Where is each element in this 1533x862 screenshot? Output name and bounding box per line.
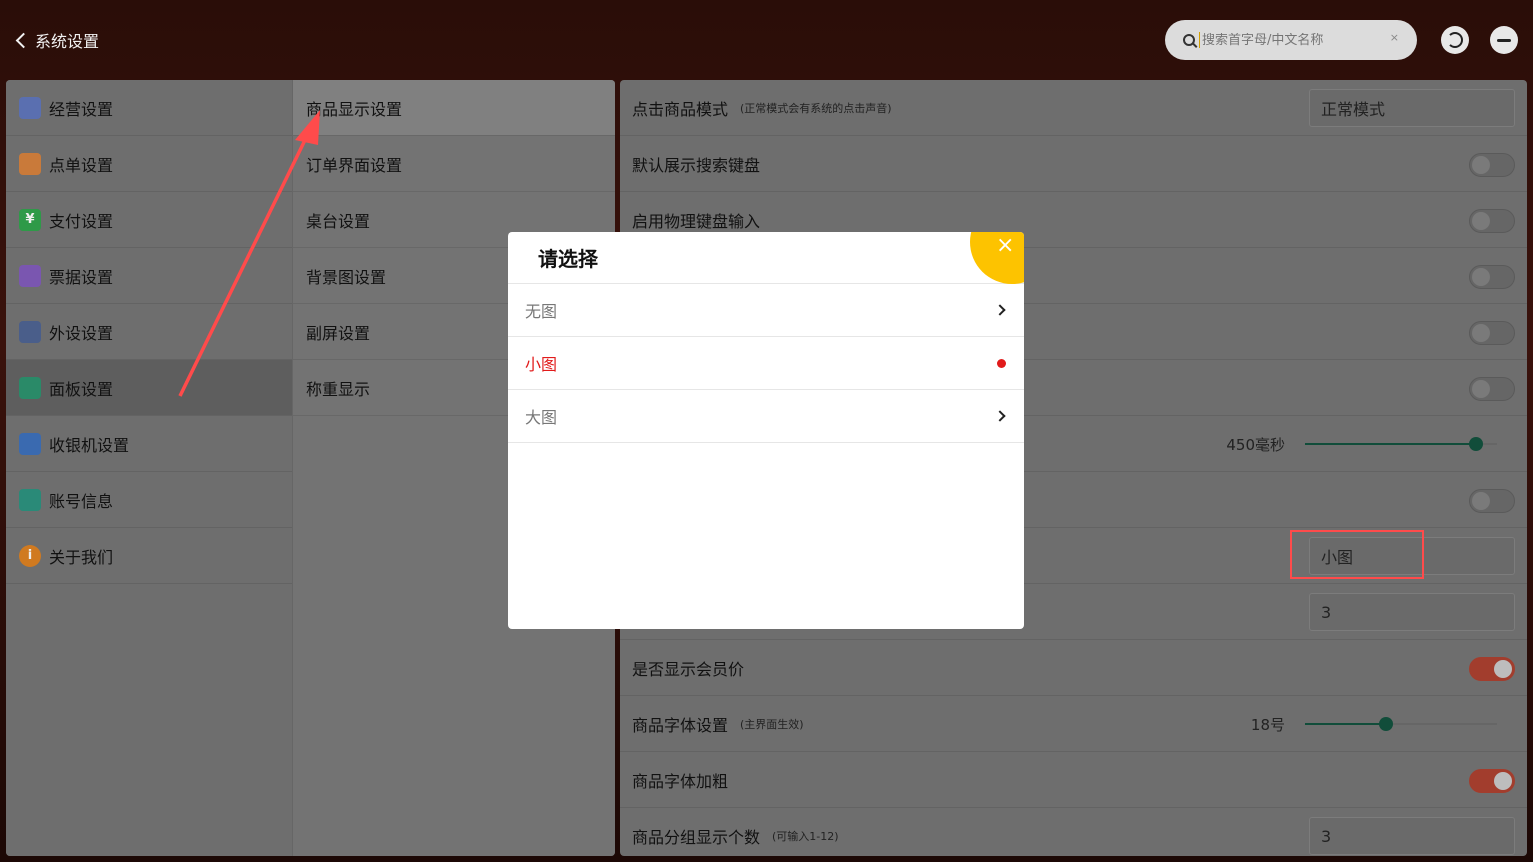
back-label: 系统设置 <box>35 32 100 51</box>
font-size-slider[interactable] <box>1305 717 1497 731</box>
setting-toggle[interactable] <box>1469 265 1515 289</box>
show-keyboard-toggle[interactable] <box>1469 153 1515 177</box>
chevron-right-icon <box>994 410 1006 422</box>
sync-button[interactable] <box>1441 26 1469 54</box>
sidebar-item-panel[interactable]: 面板设置 <box>6 360 292 416</box>
setting-label: 启用物理键盘输入 <box>632 211 761 231</box>
sidebar-item-label: 面板设置 <box>49 379 114 399</box>
setting-toggle[interactable] <box>1469 489 1515 513</box>
click-mode-select[interactable]: 正常模式 <box>1309 89 1515 127</box>
chevron-right-icon <box>994 304 1006 316</box>
printer-icon <box>19 264 41 287</box>
physical-keyboard-toggle[interactable] <box>1469 209 1515 233</box>
account-icon <box>19 488 41 511</box>
device-icon <box>19 320 41 343</box>
setting-font: 商品字体设置 (主界面生效) 18号 <box>620 696 1527 752</box>
sidebar-item-account[interactable]: 账号信息 <box>6 472 292 528</box>
order-icon <box>19 152 41 175</box>
sidebar-item-label: 收银机设置 <box>49 435 130 455</box>
columns-input[interactable]: 3 <box>1309 593 1515 631</box>
option-no-image[interactable]: 无图 <box>508 284 1024 337</box>
back-button[interactable]: 系统设置 <box>14 28 99 52</box>
setting-toggle[interactable] <box>1469 321 1515 345</box>
annotation-highlight-box <box>1290 530 1424 579</box>
setting-toggle[interactable] <box>1469 377 1515 401</box>
delay-slider[interactable] <box>1305 437 1497 451</box>
slider-value: 450毫秒 <box>1226 436 1285 454</box>
setting-hint: (可输入1-12) <box>772 829 839 843</box>
sidebar-item-about[interactable]: i 关于我们 <box>6 528 292 584</box>
dialog-title: 请选择 <box>508 232 1024 284</box>
minimize-button[interactable] <box>1490 26 1518 54</box>
option-label: 无图 <box>525 302 558 321</box>
select-dialog: 请选择 × 无图 小图 大图 <box>508 232 1024 629</box>
submenu-item-product-display[interactable]: 商品显示设置 <box>293 80 615 136</box>
setting-click-mode: 点击商品模式 (正常模式会有系统的点击声音) 正常模式 <box>620 80 1527 136</box>
setting-label: 商品字体设置 <box>632 715 729 735</box>
sidebar-item-label: 支付设置 <box>49 211 114 231</box>
store-icon <box>19 96 41 119</box>
group-count-input[interactable]: 3 <box>1309 817 1515 855</box>
search-input[interactable] <box>1202 32 1382 48</box>
setting-hint: (主界面生效) <box>740 717 804 731</box>
top-bar: 系统设置 × <box>0 0 1533 80</box>
search-box[interactable]: × <box>1165 20 1417 60</box>
option-large-image[interactable]: 大图 <box>508 390 1024 443</box>
setting-member-price: 是否显示会员价 <box>620 640 1527 696</box>
sidebar-item-label: 外设设置 <box>49 323 114 343</box>
sidebar-item-label: 点单设置 <box>49 155 114 175</box>
panel-icon <box>19 376 41 399</box>
sidebar-item-cashier[interactable]: 收银机设置 <box>6 416 292 472</box>
setting-hint: (正常模式会有系统的点击声音) <box>740 101 892 115</box>
setting-font-bold: 商品字体加粗 <box>620 752 1527 808</box>
text-cursor <box>1199 32 1200 48</box>
setting-show-keyboard: 默认展示搜索键盘 <box>620 136 1527 192</box>
sidebar-item-order[interactable]: 点单设置 <box>6 136 292 192</box>
minus-icon <box>1497 38 1511 42</box>
sidebar-item-business[interactable]: 经营设置 <box>6 80 292 136</box>
sidebar-item-label: 关于我们 <box>49 547 114 567</box>
sidebar: 经营设置 点单设置 ¥ 支付设置 票据设置 外设设置 面板设置 收银机设置 账号 <box>6 80 292 856</box>
yen-icon: ¥ <box>19 208 41 231</box>
slider-knob[interactable] <box>1378 717 1393 731</box>
option-label: 大图 <box>525 408 558 427</box>
sync-icon <box>1447 32 1463 48</box>
sidebar-item-receipt[interactable]: 票据设置 <box>6 248 292 304</box>
option-label: 小图 <box>525 355 558 374</box>
slider-knob[interactable] <box>1468 437 1483 451</box>
info-icon: i <box>19 544 41 567</box>
selected-dot-icon <box>997 359 1006 368</box>
clear-icon[interactable]: × <box>1390 31 1399 44</box>
setting-label: 是否显示会员价 <box>632 659 745 679</box>
setting-label: 商品分组显示个数 <box>632 827 761 847</box>
slider-value: 18号 <box>1250 716 1285 734</box>
sidebar-item-payment[interactable]: ¥ 支付设置 <box>6 192 292 248</box>
font-bold-toggle[interactable] <box>1469 769 1515 793</box>
sidebar-item-peripheral[interactable]: 外设设置 <box>6 304 292 360</box>
option-small-image[interactable]: 小图 <box>508 337 1024 390</box>
slider-fill <box>1305 443 1476 445</box>
submenu-item-order-screen[interactable]: 订单界面设置 <box>293 136 615 192</box>
sidebar-item-label: 经营设置 <box>49 99 114 119</box>
member-price-toggle[interactable] <box>1469 657 1515 681</box>
cashier-icon <box>19 432 41 455</box>
setting-label: 点击商品模式 <box>632 99 729 119</box>
chevron-left-icon <box>15 32 32 48</box>
setting-group-count: 商品分组显示个数 (可输入1-12) 3 <box>620 808 1527 856</box>
setting-label: 商品字体加粗 <box>632 771 729 791</box>
sidebar-item-label: 票据设置 <box>49 267 114 287</box>
slider-fill <box>1305 723 1386 725</box>
close-icon: × <box>996 233 1015 258</box>
search-icon <box>1183 34 1195 46</box>
setting-label: 默认展示搜索键盘 <box>632 155 761 175</box>
sidebar-item-label: 账号信息 <box>49 491 114 511</box>
